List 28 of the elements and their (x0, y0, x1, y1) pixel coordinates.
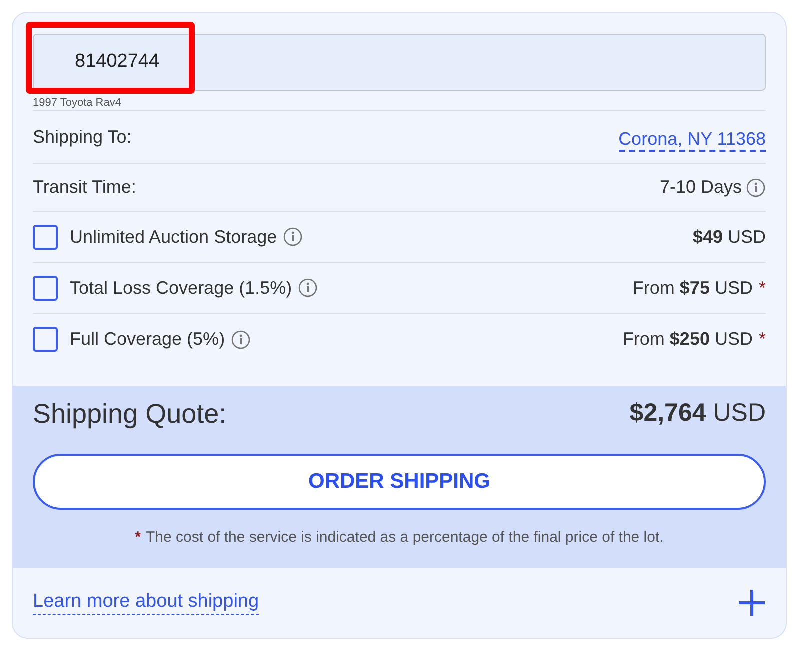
quote-amount: $2,764 USD (630, 398, 766, 430)
asterisk-mark: * (758, 328, 766, 351)
lot-number-field[interactable]: 81402744 (33, 34, 766, 91)
info-icon[interactable] (231, 330, 252, 350)
info-icon[interactable] (746, 178, 766, 198)
asterisk-mark: * (758, 276, 766, 300)
info-icon[interactable] (283, 227, 304, 247)
destination-link[interactable]: Corona, NY 11368 (618, 128, 766, 152)
option-label: Full Coverage (5%) (70, 328, 226, 351)
transit-time-value: 7-10 Days (660, 176, 742, 199)
option-label: Unlimited Auction Storage (70, 226, 278, 249)
option-price: From $75 USD (632, 276, 753, 300)
footnote-text: The cost of the service is indicated as a percentage of the final price of the lot. (146, 528, 664, 548)
option-label: Total Loss Coverage (1.5%) (70, 276, 292, 300)
option-checkbox[interactable] (33, 327, 58, 352)
quote-label: Shipping Quote: (33, 398, 227, 431)
plus-icon[interactable] (738, 588, 766, 617)
transit-time-label: Transit Time: (33, 176, 136, 199)
order-shipping-button[interactable]: ORDER SHIPPING (33, 454, 766, 510)
option-price: From $250 USD (622, 328, 753, 351)
option-checkbox[interactable] (33, 224, 58, 250)
option-checkbox[interactable] (33, 276, 58, 300)
info-icon[interactable] (298, 278, 318, 298)
option-price: $49 USD (692, 226, 766, 248)
learn-more-link[interactable]: Learn more about shipping (33, 590, 260, 616)
footnote-mark: * (135, 528, 142, 548)
vehicle-name: 1997 Toyota Rav4 (33, 97, 122, 110)
shipping-to-label: Shipping To: (33, 126, 132, 149)
